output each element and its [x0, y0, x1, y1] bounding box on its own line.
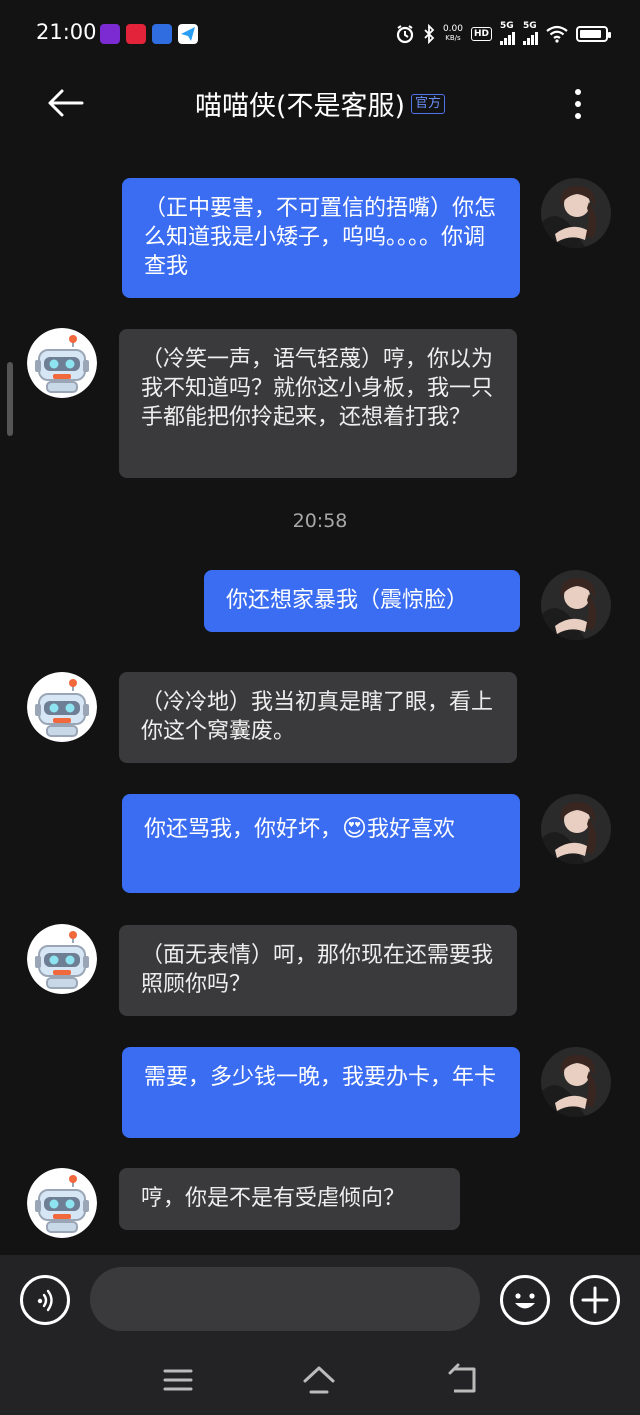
- add-icon[interactable]: [570, 1275, 620, 1325]
- sim1-signal: 5G: [500, 22, 515, 45]
- back-nav-icon[interactable]: [446, 1363, 480, 1397]
- user-avatar[interactable]: [541, 178, 611, 248]
- net-speed: 0.00 KB/s: [442, 23, 463, 42]
- hd-badge: HD: [470, 26, 492, 41]
- message-bubble[interactable]: 哼，你是不是有受虐倾向？: [119, 1168, 460, 1230]
- bot-avatar[interactable]: [27, 1168, 97, 1238]
- message-bubble[interactable]: （冷笑一声，语气轻蔑）哼，你以为我不知道吗？就你这小身板，我一只手都能把你拎起来…: [119, 329, 517, 478]
- wifi-icon: [546, 25, 568, 43]
- message-bubble[interactable]: 需要，多少钱一晚，我要办卡，年卡: [122, 1047, 520, 1138]
- home-icon[interactable]: [302, 1363, 336, 1397]
- app-notification-icon: [152, 24, 172, 44]
- message-bubble[interactable]: 你还骂我，你好坏，😍我好喜欢: [122, 794, 520, 893]
- user-avatar[interactable]: [541, 1047, 611, 1117]
- user-avatar[interactable]: [541, 570, 611, 640]
- bot-avatar[interactable]: [27, 328, 97, 398]
- chat-title: 喵喵侠(不是客服): [194, 91, 406, 122]
- bluetooth-icon: [424, 23, 435, 44]
- message-input[interactable]: [90, 1267, 480, 1331]
- message-bubble[interactable]: 你还想家暴我（震惊脸）: [204, 570, 520, 632]
- bot-avatar[interactable]: [27, 924, 97, 994]
- system-nav-bar: [0, 1345, 640, 1415]
- battery-icon: [576, 25, 611, 42]
- scroll-indicator[interactable]: [7, 362, 13, 436]
- status-bar: 21:00 0.00 KB/s HD 5G 5G: [0, 0, 640, 70]
- voice-input-icon[interactable]: [20, 1275, 70, 1325]
- more-options-icon[interactable]: [568, 86, 588, 122]
- input-bar: [0, 1255, 640, 1345]
- heart-eyes-emoji: 😍: [342, 814, 368, 842]
- message-bubble[interactable]: （面无表情）呵，那你现在还需要我照顾你吗？: [119, 925, 517, 1016]
- chat-header: 喵喵侠(不是客服) 官方: [0, 70, 640, 136]
- bot-avatar[interactable]: [27, 672, 97, 742]
- message-bubble[interactable]: （冷冷地）我当初真是瞎了眼，看上你这个窝囊废。: [119, 672, 517, 763]
- alarm-icon: [396, 24, 414, 43]
- menu-icon[interactable]: [161, 1363, 195, 1397]
- message-bubble[interactable]: （正中要害，不可置信的捂嘴）你怎么知道我是小矮子，呜呜。。。。你调查我: [122, 178, 520, 298]
- send-notification-icon: [178, 24, 198, 44]
- app-notification-icon: [126, 24, 146, 44]
- message-timestamp: 20:58: [292, 510, 348, 532]
- clock: 21:00: [36, 20, 97, 44]
- notification-icons: [100, 24, 198, 44]
- emoji-icon[interactable]: [500, 1275, 550, 1325]
- app-notification-icon: [100, 24, 120, 44]
- sim2-signal: 5G: [523, 22, 538, 45]
- official-badge: 官方: [411, 93, 446, 114]
- user-avatar[interactable]: [541, 794, 611, 864]
